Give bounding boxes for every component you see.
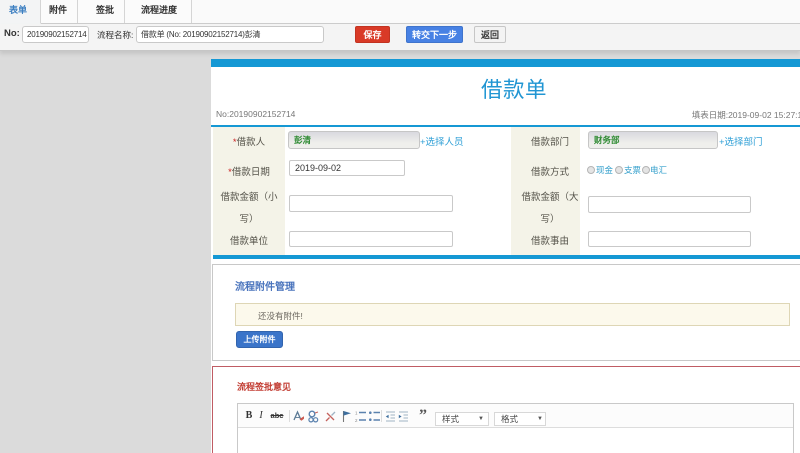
- svg-text:1: 1: [355, 411, 358, 416]
- svg-text:2: 2: [355, 418, 358, 423]
